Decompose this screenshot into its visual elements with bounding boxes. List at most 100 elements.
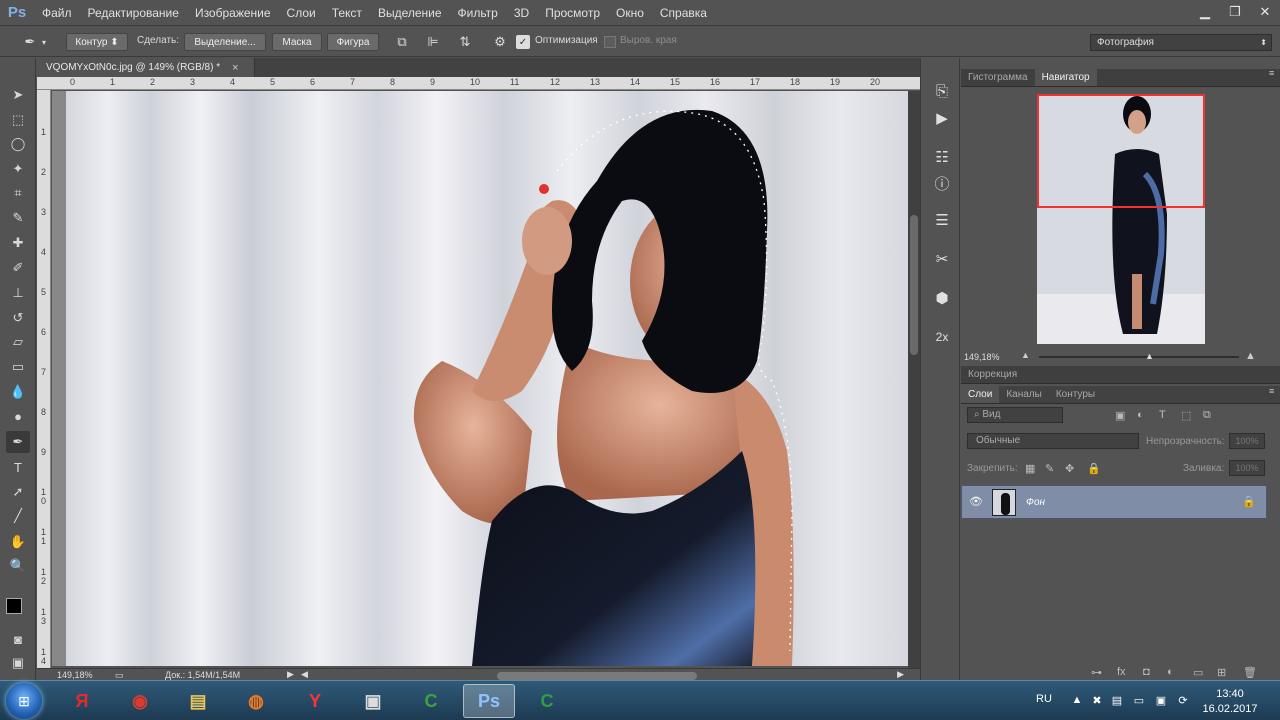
minimize-button[interactable]: ▁	[1190, 0, 1220, 24]
tab-channels[interactable]: Каналы	[999, 386, 1049, 403]
healing-brush-tool-icon[interactable]: ✚	[6, 232, 30, 254]
layers-panel-menu-icon[interactable]: ≡	[1269, 386, 1274, 396]
marquee-tool-icon[interactable]: ⬚	[6, 109, 30, 131]
lock-position-icon[interactable]: ✥	[1065, 462, 1074, 475]
clock-time[interactable]: 13:40	[1200, 688, 1260, 700]
gradient-tool-icon[interactable]: ▭	[6, 356, 30, 378]
path-arrangement-icon[interactable]: ⇅	[455, 33, 475, 51]
character-panel-icon[interactable]: ☷	[931, 146, 953, 168]
layer-name[interactable]: Фон	[1026, 497, 1045, 508]
gear-icon[interactable]: ⚙	[490, 33, 510, 51]
zoom-tool-icon[interactable]: 🔍	[6, 555, 30, 577]
paragraph-panel-icon[interactable]: ☰	[931, 209, 953, 231]
trash-icon[interactable]: 🗑	[1243, 666, 1257, 679]
tab-histogram[interactable]: Гистограмма	[961, 69, 1035, 86]
blend-mode-select[interactable]: Обычные	[967, 433, 1139, 449]
tab-layers[interactable]: Слои	[961, 386, 1000, 403]
blur-tool-icon[interactable]: 💧	[6, 381, 30, 403]
eye-icon[interactable]: 👁	[969, 495, 983, 508]
firefox-icon[interactable]: ◍	[230, 684, 282, 718]
lock-all-icon[interactable]: 🔒	[1087, 462, 1101, 475]
tray-monitor-icon[interactable]: ▣	[1154, 693, 1168, 707]
eyedropper-tool-icon[interactable]: ✎	[6, 207, 30, 229]
screen-mode-icon[interactable]: ▣	[6, 652, 30, 674]
new-adjustment-icon[interactable]: ◐	[1167, 666, 1174, 678]
filter-adjustment-icon[interactable]: ◐	[1137, 409, 1144, 421]
menu-select[interactable]: Выделение	[370, 0, 450, 26]
mode-select[interactable]: Контур ⬍	[66, 33, 128, 51]
new-group-icon[interactable]: ▭	[1193, 666, 1203, 679]
add-mask-icon[interactable]: ◘	[1143, 666, 1150, 678]
path-selection-tool-icon[interactable]: ➚	[6, 481, 30, 503]
scroll-left-arrow-icon[interactable]: ◀	[301, 669, 308, 680]
menu-filter[interactable]: Фильтр	[450, 0, 506, 26]
hand-tool-icon[interactable]: ✋	[6, 531, 30, 553]
history-brush-tool-icon[interactable]: ↺	[6, 307, 30, 329]
menu-view[interactable]: Просмотр	[537, 0, 608, 26]
foreground-color-swatch[interactable]	[6, 598, 22, 614]
type-tool-icon[interactable]: T	[6, 456, 30, 478]
tray-app-icon[interactable]: ✖	[1090, 693, 1104, 707]
restore-button[interactable]: ❐	[1220, 0, 1250, 24]
layer-row[interactable]: 👁 Фон 🔒	[961, 485, 1267, 519]
zoom-2x-icon[interactable]: 2x	[931, 326, 953, 348]
crop-tool-icon[interactable]: ⌗	[6, 182, 30, 204]
tab-paths[interactable]: Контуры	[1049, 386, 1102, 403]
yandex-browser-icon[interactable]: Я	[56, 684, 108, 718]
start-button[interactable]: ⊞	[6, 683, 42, 719]
optimization-checkbox[interactable]: ✓	[516, 35, 530, 49]
layer-style-icon[interactable]: fx	[1117, 666, 1126, 678]
photoshop-icon[interactable]: Ps	[463, 684, 515, 718]
tray-arrow-icon[interactable]: ▲	[1070, 693, 1084, 707]
selection-button[interactable]: Выделение...	[184, 33, 266, 51]
filter-type-icon[interactable]: T	[1159, 409, 1166, 421]
menu-3d[interactable]: 3D	[506, 0, 537, 26]
navigator-zoom-value[interactable]: 149,18%	[964, 352, 1000, 362]
navigator-zoom-slider[interactable]	[1039, 356, 1239, 358]
status-menu-arrow-icon[interactable]: ▶	[287, 669, 294, 680]
tab-navigator[interactable]: Навигатор	[1034, 69, 1097, 86]
chevron-down-icon[interactable]: ▾	[38, 33, 50, 51]
filter-smart-object-icon[interactable]: ⧉	[1203, 409, 1211, 422]
menu-edit[interactable]: Редактирование	[80, 0, 187, 26]
tray-screen-icon[interactable]: ▭	[1132, 693, 1146, 707]
clock-date[interactable]: 16.02.2017	[1200, 703, 1260, 715]
new-layer-icon[interactable]: ⊞	[1217, 666, 1226, 679]
close-button[interactable]: ✕	[1250, 0, 1280, 24]
path-operations-icon[interactable]: ⧉	[392, 33, 412, 51]
zoom-out-icon[interactable]: ▲	[1021, 350, 1030, 360]
filter-pixel-icon[interactable]: ▣	[1115, 409, 1125, 422]
navigator-view-box[interactable]	[1037, 94, 1205, 208]
vertical-scrollbar[interactable]	[908, 91, 920, 668]
panel-menu-icon[interactable]: ≡	[1269, 68, 1274, 78]
actions-panel-icon[interactable]: ▶	[931, 107, 953, 129]
clone-stamp-tool-icon[interactable]: ⊥	[6, 282, 30, 304]
tray-sync-icon[interactable]: ⟳	[1176, 693, 1190, 707]
menu-window[interactable]: Окно	[608, 0, 652, 26]
history-panel-icon[interactable]: ⎘	[931, 80, 953, 102]
menu-file[interactable]: Файл	[34, 0, 80, 26]
media-player-icon[interactable]: ▣	[347, 684, 399, 718]
menu-text[interactable]: Текст	[324, 0, 370, 26]
brush-tool-icon[interactable]: ✐	[6, 257, 30, 279]
info-panel-icon[interactable]: ⓘ	[931, 172, 953, 194]
vertical-scrollbar-thumb[interactable]	[910, 215, 918, 355]
menu-help[interactable]: Справка	[652, 0, 715, 26]
document-canvas[interactable]	[52, 91, 908, 666]
eraser-tool-icon[interactable]: ▱	[6, 331, 30, 353]
horizontal-scrollbar-thumb[interactable]	[497, 672, 697, 680]
move-tool-icon[interactable]: ➤	[6, 84, 30, 106]
link-layers-icon[interactable]: ⊶	[1091, 666, 1102, 679]
pen-tool-icon[interactable]: ✒	[6, 431, 30, 453]
yandex-icon[interactable]: Y	[289, 684, 341, 718]
menu-image[interactable]: Изображение	[187, 0, 279, 26]
zoom-in-icon[interactable]: ▲	[1245, 350, 1256, 362]
filter-shape-icon[interactable]: ⬚	[1181, 409, 1191, 422]
mask-button[interactable]: Маска	[272, 33, 322, 51]
line-tool-icon[interactable]: ╱	[6, 505, 30, 527]
tool-presets-panel-icon[interactable]: ✂	[931, 248, 953, 270]
close-icon[interactable]: ×	[232, 62, 238, 74]
align-edges-checkbox[interactable]	[604, 36, 616, 48]
tray-network-icon[interactable]: ▤	[1110, 693, 1124, 707]
chrome-icon[interactable]: ◉	[114, 684, 166, 718]
